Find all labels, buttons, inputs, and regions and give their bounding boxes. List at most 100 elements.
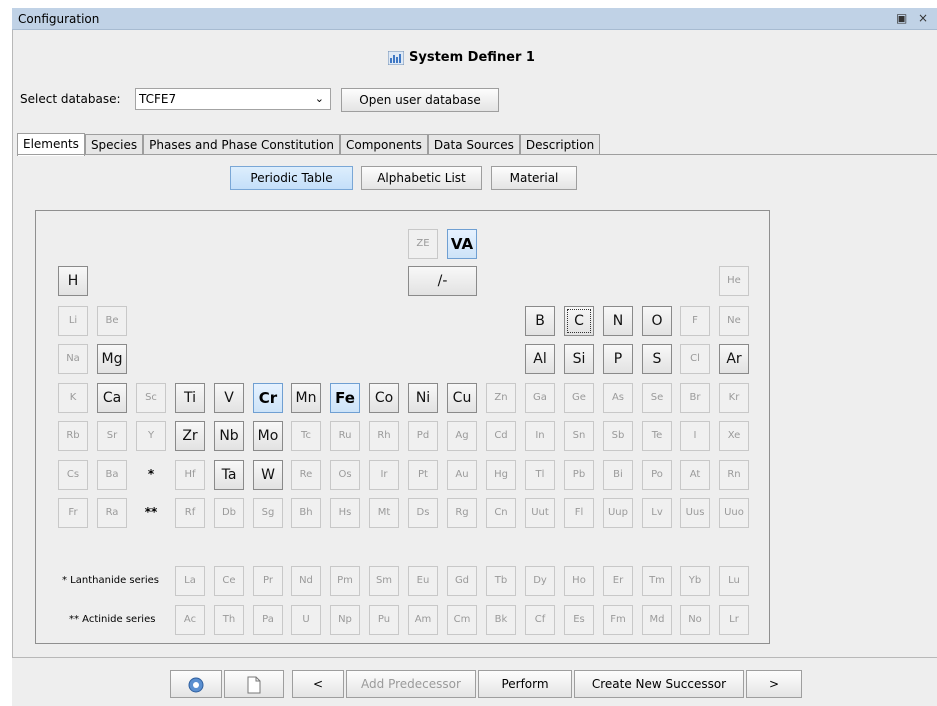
element-uup[interactable]: Uup [603, 498, 633, 528]
element-xe[interactable]: Xe [719, 421, 749, 451]
element-ze[interactable]: ZE [408, 229, 438, 259]
element-ge[interactable]: Ge [564, 383, 594, 413]
element-bi[interactable]: Bi [603, 460, 633, 490]
element-al[interactable]: Al [525, 344, 555, 374]
element-ag[interactable]: Ag [447, 421, 477, 451]
element-dy[interactable]: Dy [525, 566, 555, 596]
element-ho[interactable]: Ho [564, 566, 594, 596]
element-br[interactable]: Br [680, 383, 710, 413]
material-button[interactable]: Material [491, 166, 577, 190]
element-tm[interactable]: Tm [642, 566, 672, 596]
tab-phases[interactable]: Phases and Phase Constitution [143, 134, 340, 155]
element-re[interactable]: Re [291, 460, 321, 490]
element-ra[interactable]: Ra [97, 498, 127, 528]
restore-icon[interactable]: ▣ [896, 11, 907, 25]
tab-data-sources[interactable]: Data Sources [427, 134, 520, 155]
document-button[interactable] [224, 670, 284, 698]
previous-button[interactable]: < [292, 670, 344, 698]
element-fl[interactable]: Fl [564, 498, 594, 528]
element-cd[interactable]: Cd [486, 421, 516, 451]
element-he[interactable]: He [719, 266, 749, 296]
element-uus[interactable]: Uus [680, 498, 710, 528]
element-h[interactable]: H [58, 266, 88, 296]
element-ba[interactable]: Ba [97, 460, 127, 490]
element-pb[interactable]: Pb [564, 460, 594, 490]
element-pu[interactable]: Pu [369, 605, 399, 635]
open-user-database-button[interactable]: Open user database [341, 88, 499, 112]
element-ac[interactable]: Ac [175, 605, 205, 635]
element-fr[interactable]: Fr [58, 498, 88, 528]
element-k[interactable]: K [58, 383, 88, 413]
element-am[interactable]: Am [408, 605, 438, 635]
element-lv[interactable]: Lv [642, 498, 672, 528]
element-mg[interactable]: Mg [97, 344, 127, 374]
element-li[interactable]: Li [58, 306, 88, 336]
element-pm[interactable]: Pm [330, 566, 360, 596]
element-tb[interactable]: Tb [486, 566, 516, 596]
element-lr[interactable]: Lr [719, 605, 749, 635]
element-uut[interactable]: Uut [525, 498, 555, 528]
element-bk[interactable]: Bk [486, 605, 516, 635]
element-np[interactable]: Np [330, 605, 360, 635]
element-zn[interactable]: Zn [486, 383, 516, 413]
element-ta[interactable]: Ta [214, 460, 244, 490]
element-ti[interactable]: Ti [175, 383, 205, 413]
periodic-table-button[interactable]: Periodic Table [230, 166, 353, 190]
element-no[interactable]: No [680, 605, 710, 635]
element-s[interactable]: S [642, 344, 672, 374]
element-ne[interactable]: Ne [719, 306, 749, 336]
element-se[interactable]: Se [642, 383, 672, 413]
element-u[interactable]: U [291, 605, 321, 635]
element-rg[interactable]: Rg [447, 498, 477, 528]
element-ar[interactable]: Ar [719, 344, 749, 374]
element-at[interactable]: At [680, 460, 710, 490]
element-mo[interactable]: Mo [253, 421, 283, 451]
element-hs[interactable]: Hs [330, 498, 360, 528]
element-ga[interactable]: Ga [525, 383, 555, 413]
element-y[interactable]: Y [136, 421, 166, 451]
element-na[interactable]: Na [58, 344, 88, 374]
element-cs[interactable]: Cs [58, 460, 88, 490]
element-cm[interactable]: Cm [447, 605, 477, 635]
help-button[interactable] [170, 670, 222, 698]
next-button[interactable]: > [746, 670, 802, 698]
element-pr[interactable]: Pr [253, 566, 283, 596]
element-i[interactable]: I [680, 421, 710, 451]
element-cn[interactable]: Cn [486, 498, 516, 528]
element-rb[interactable]: Rb [58, 421, 88, 451]
element-tl[interactable]: Tl [525, 460, 555, 490]
element-er[interactable]: Er [603, 566, 633, 596]
element-nd[interactable]: Nd [291, 566, 321, 596]
add-predecessor-button[interactable]: Add Predecessor [346, 670, 476, 698]
element-fm[interactable]: Fm [603, 605, 633, 635]
element-pd[interactable]: Pd [408, 421, 438, 451]
element-rh[interactable]: Rh [369, 421, 399, 451]
element-bh[interactable]: Bh [291, 498, 321, 528]
element-zr[interactable]: Zr [175, 421, 205, 451]
element-la[interactable]: La [175, 566, 205, 596]
element-ce[interactable]: Ce [214, 566, 244, 596]
element-yb[interactable]: Yb [680, 566, 710, 596]
element-c[interactable]: C [564, 306, 594, 336]
element-ir[interactable]: Ir [369, 460, 399, 490]
element-pt[interactable]: Pt [408, 460, 438, 490]
element-cl[interactable]: Cl [680, 344, 710, 374]
element-cf[interactable]: Cf [525, 605, 555, 635]
element-b[interactable]: B [525, 306, 555, 336]
element-eu[interactable]: Eu [408, 566, 438, 596]
element-sb[interactable]: Sb [603, 421, 633, 451]
element-vacancy-ion[interactable]: /- [408, 266, 477, 296]
element-nb[interactable]: Nb [214, 421, 244, 451]
tab-components[interactable]: Components [339, 134, 428, 155]
element-gd[interactable]: Gd [447, 566, 477, 596]
element-o[interactable]: O [642, 306, 672, 336]
element-ni[interactable]: Ni [408, 383, 438, 413]
element-sg[interactable]: Sg [253, 498, 283, 528]
element-md[interactable]: Md [642, 605, 672, 635]
element-sc[interactable]: Sc [136, 383, 166, 413]
element-po[interactable]: Po [642, 460, 672, 490]
element-rn[interactable]: Rn [719, 460, 749, 490]
element-cu[interactable]: Cu [447, 383, 477, 413]
close-icon[interactable]: × [918, 11, 928, 25]
element-as[interactable]: As [603, 383, 633, 413]
